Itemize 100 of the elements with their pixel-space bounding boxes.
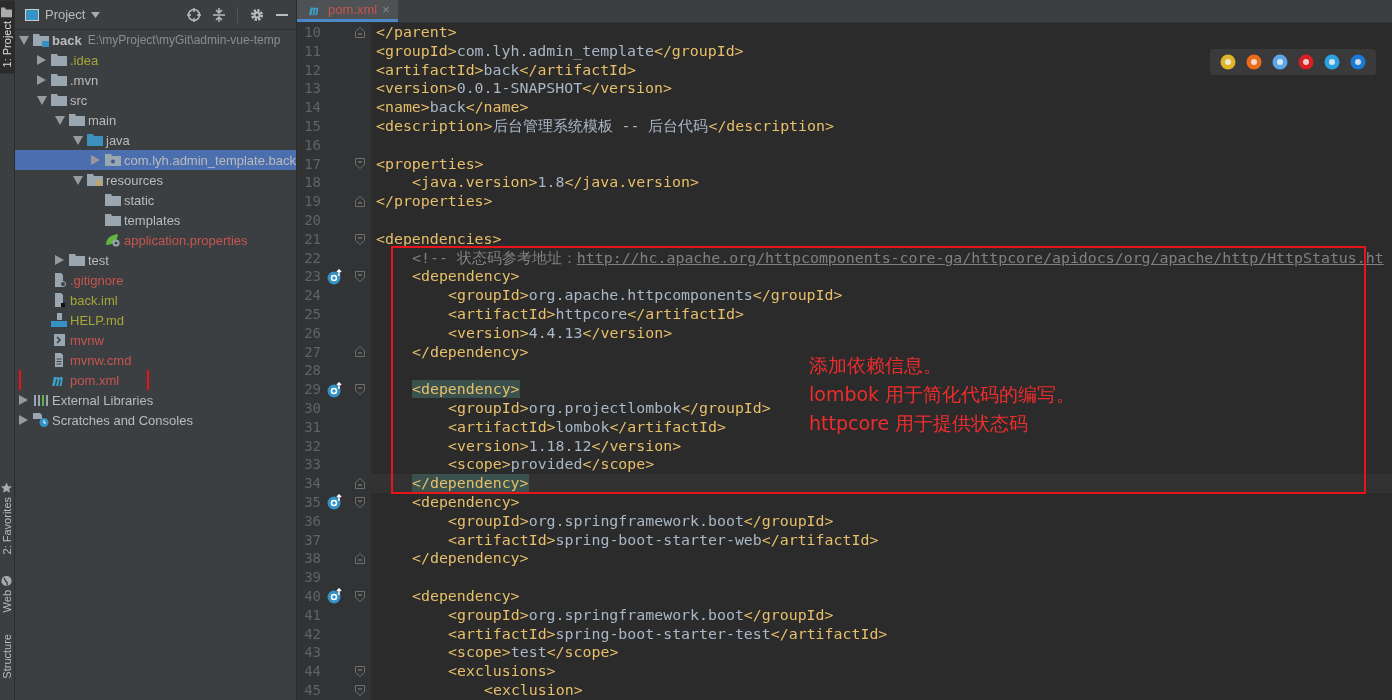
- tree-item[interactable]: Scratches and Consoles: [15, 410, 296, 430]
- fold-marker-icon[interactable]: [355, 684, 365, 696]
- xml-tag: </groupId>: [752, 286, 843, 305]
- module-path: E:\myProject\myGit\admin-vue-temp: [87, 33, 281, 47]
- expanded-arrow-icon[interactable]: [37, 95, 47, 105]
- tree-item[interactable]: templates: [15, 210, 296, 230]
- tree-item-label: HELP.md: [70, 312, 124, 328]
- xml-tag: <artifactId>: [448, 624, 556, 643]
- tree-item-label: resources: [106, 172, 164, 188]
- fold-end-marker-icon[interactable]: [355, 26, 365, 38]
- fold-marker-icon[interactable]: [355, 233, 365, 245]
- tool-window-tab[interactable]: Web: [0, 570, 14, 617]
- tree-item-label: test: [88, 252, 109, 268]
- collapsed-arrow-icon[interactable]: [37, 55, 46, 65]
- xml-text: back: [483, 60, 520, 79]
- leaf-file-icon: [105, 233, 121, 247]
- tree-item[interactable]: main: [15, 110, 296, 130]
- tree-item-label: back: [52, 32, 82, 48]
- tree-item-label: .mvn: [70, 72, 99, 88]
- tool-window-tab[interactable]: Structure: [0, 630, 14, 683]
- tree-item-label: .idea: [70, 52, 99, 68]
- tree-item[interactable]: src: [15, 90, 296, 110]
- fold-end-marker-icon[interactable]: [355, 196, 365, 208]
- project-view-dropdown[interactable]: Project: [45, 7, 86, 22]
- markdown-file-icon: [51, 313, 67, 327]
- override-marker-icon[interactable]: [327, 381, 343, 398]
- tool-window-tab[interactable]: 2: Favorites: [0, 478, 14, 559]
- fold-marker-icon[interactable]: [355, 271, 365, 283]
- override-marker-icon[interactable]: [327, 588, 343, 605]
- fold-marker-icon[interactable]: [355, 590, 365, 602]
- tool-window-tab[interactable]: 1: Project: [0, 0, 14, 74]
- xml-tag: </groupId>: [681, 398, 771, 417]
- xml-tag: <dependency>: [412, 267, 520, 286]
- collapsed-arrow-icon[interactable]: [55, 255, 64, 265]
- xml-tag: </artifactId>: [627, 304, 744, 323]
- star-icon: [1, 482, 13, 494]
- fold-marker-icon[interactable]: [355, 666, 365, 677]
- collapsed-arrow-icon[interactable]: [19, 415, 28, 425]
- tree-item[interactable]: static: [15, 190, 296, 210]
- tree-item[interactable]: resources: [15, 170, 296, 190]
- tree-item[interactable]: HELP.md: [15, 310, 296, 330]
- tree-item-label: Scratches and Consoles: [52, 412, 193, 428]
- tree-item-label: pom.xml: [70, 372, 120, 388]
- xml-tag: <exclusion>: [484, 680, 583, 699]
- override-marker-icon[interactable]: [327, 268, 343, 285]
- xml-tag: <artifactId>: [376, 60, 484, 79]
- tree-item[interactable]: back.iml: [15, 290, 296, 310]
- xml-tag: <version>: [376, 79, 457, 98]
- xml-tag: </version>: [582, 79, 672, 98]
- xml-tag: <dependencies>: [376, 229, 502, 248]
- fold-end-marker-icon[interactable]: [355, 346, 365, 358]
- tree-item[interactable]: .idea: [15, 50, 296, 70]
- fold-marker-icon[interactable]: [355, 158, 365, 170]
- tree-item-label: mvnw: [70, 332, 104, 348]
- terminal-file-icon: [51, 333, 67, 347]
- package-folder-icon: [105, 153, 121, 167]
- xml-tag: </artifactId>: [770, 624, 888, 643]
- xml-text: 1.8: [537, 173, 565, 192]
- xml-tag: </dependency>: [412, 342, 529, 361]
- xml-text: org.apache.httpcomponents: [528, 286, 753, 305]
- xml-text: httpcore: [555, 304, 628, 323]
- folder-icon: [69, 253, 85, 267]
- folder-icon: [69, 113, 85, 127]
- fold-marker-icon[interactable]: [355, 496, 365, 508]
- tree-item[interactable]: External Libraries: [15, 390, 296, 410]
- xml-tag: <exclusions>: [448, 662, 556, 681]
- expanded-arrow-icon[interactable]: [73, 175, 83, 185]
- locate-crosshair-icon[interactable]: [187, 7, 201, 22]
- xml-tag: <version>: [448, 323, 529, 342]
- xml-tag: </properties>: [376, 192, 493, 211]
- fold-end-marker-icon[interactable]: [355, 553, 365, 565]
- expanded-arrow-icon[interactable]: [73, 135, 83, 145]
- collapsed-arrow-icon[interactable]: [19, 395, 28, 405]
- project-window-icon: [25, 8, 39, 21]
- caret-icon[interactable]: [91, 11, 101, 18]
- xml-tag: </scope>: [546, 643, 619, 662]
- xml-tag: <dependency>: [412, 492, 520, 511]
- folder-icon: [105, 193, 121, 207]
- tree-item[interactable]: java: [15, 130, 296, 150]
- tree-item[interactable]: .mvn: [15, 70, 296, 90]
- override-marker-icon[interactable]: [327, 494, 343, 511]
- xml-tag: </parent>: [376, 23, 457, 41]
- annotation-text: lombok 用于简化代码的编写。: [809, 382, 1076, 407]
- fold-marker-icon[interactable]: [355, 384, 365, 396]
- xml-tag: <dependency>: [412, 586, 520, 605]
- fold-end-marker-icon[interactable]: [355, 478, 365, 489]
- xml-tag: </dependency>: [412, 549, 529, 568]
- expanded-arrow-icon[interactable]: [55, 115, 65, 125]
- xml-tag: </artifactId>: [609, 417, 726, 436]
- collapsed-arrow-icon[interactable]: [37, 75, 46, 85]
- xml-tag: <scope>: [448, 643, 511, 662]
- tree-item[interactable]: test: [15, 250, 296, 270]
- tree-item[interactable]: back E:\myProject\myGit\admin-vue-temp: [15, 30, 296, 50]
- xml-tag: <java.version>: [412, 173, 538, 192]
- xml-tag: <artifactId>: [448, 304, 556, 323]
- collapse-all-icon[interactable]: [213, 7, 225, 22]
- minimize-icon[interactable]: [276, 13, 288, 16]
- xml-text: provided: [510, 455, 583, 474]
- settings-icon[interactable]: [250, 7, 264, 22]
- expanded-arrow-icon[interactable]: [19, 35, 29, 45]
